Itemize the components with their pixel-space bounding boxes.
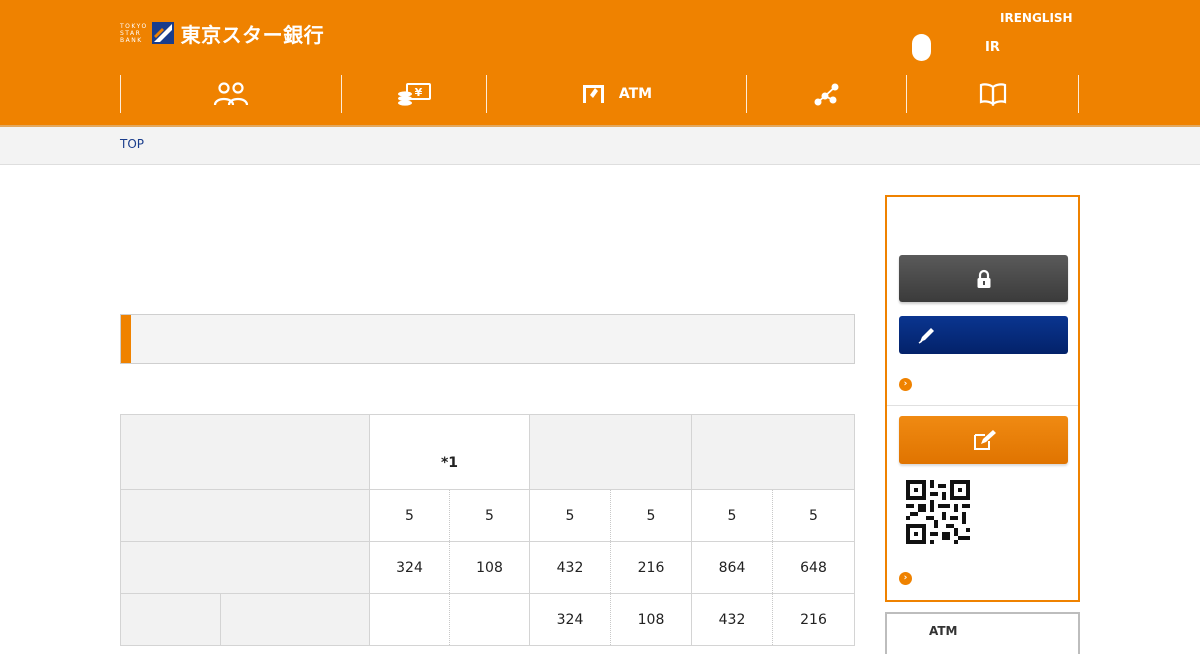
ir-english-link[interactable]: IRENGLISH — [1000, 11, 1073, 25]
nav-item-personal[interactable] — [121, 75, 341, 113]
atm-icon — [582, 85, 604, 103]
form-button[interactable] — [899, 416, 1068, 464]
nav-item-network[interactable] — [747, 75, 906, 113]
table-cell: 648 — [772, 541, 855, 594]
arrow-bullet-icon[interactable]: › — [899, 572, 912, 585]
login-button[interactable] — [899, 255, 1068, 302]
arrow-bullet-icon[interactable]: › — [899, 378, 912, 391]
table-cell: 108 — [610, 593, 692, 646]
nav-atm-label: ATM — [618, 86, 653, 102]
nav-item-guide[interactable] — [907, 75, 1078, 113]
nav-item-atm[interactable]: ATM — [487, 75, 746, 113]
section-heading — [120, 314, 855, 364]
logo-mark-icon — [151, 22, 174, 44]
section-heading-accent — [121, 315, 131, 363]
bank-logo[interactable]: TOKYO STAR BANK 東京スター銀行 — [120, 20, 325, 47]
sidebar-atm-label: ATM — [929, 624, 958, 638]
table-header-cell — [120, 414, 370, 490]
svg-text:¥: ¥ — [415, 86, 423, 99]
pen-icon — [918, 328, 934, 344]
book-icon — [979, 83, 1006, 106]
breadcrumb-top-link[interactable]: TOP — [120, 137, 144, 151]
money-icon: ¥ — [398, 83, 431, 106]
table-row: 5 5 5 5 5 5 — [120, 489, 855, 542]
nav-separator — [1078, 75, 1079, 113]
table-header-row: *1 — [120, 414, 855, 490]
logo-small-text: TOKYO STAR BANK — [120, 22, 148, 44]
nav-item-money[interactable]: ¥ — [342, 75, 486, 113]
table-cell: 864 — [691, 541, 773, 594]
table-row: 324 108 432 216 864 648 — [120, 541, 855, 594]
site-header: TOKYO STAR BANK 東京スター銀行 IRENGLISH IR ¥ A… — [0, 0, 1200, 125]
apply-button[interactable] — [899, 316, 1068, 354]
table-cell: 216 — [772, 593, 855, 646]
table-cell: 5 — [610, 489, 692, 542]
table-row-label — [120, 541, 370, 594]
table-row-label — [120, 593, 221, 646]
global-nav: ¥ ATM — [120, 75, 1080, 113]
people-icon — [213, 82, 249, 106]
table-row-label — [120, 489, 370, 542]
table-cell: 5 — [449, 489, 530, 542]
lock-icon — [977, 269, 990, 288]
ir-link[interactable]: IR — [985, 40, 1000, 55]
sidebar-atm-panel[interactable]: ATM — [885, 612, 1080, 654]
table-cell: 5 — [691, 489, 773, 542]
fee-table: *1 5 5 5 5 5 5 324 108 432 216 864 648 3… — [120, 414, 855, 646]
table-cell: 324 — [369, 541, 450, 594]
table-header-cell — [691, 414, 855, 490]
toggle-switch[interactable] — [912, 34, 931, 61]
sidebar-panel: › › — [885, 195, 1080, 602]
table-cell: 5 — [529, 489, 611, 542]
table-row: 324 108 432 216 — [120, 593, 855, 646]
table-cell: 324 — [529, 593, 611, 646]
table-cell: 5 — [369, 489, 450, 542]
table-cell — [369, 593, 450, 646]
logo-text: 東京スター銀行 — [180, 22, 325, 47]
branch-network-icon — [814, 83, 838, 106]
table-cell: 108 — [449, 541, 530, 594]
sidebar-divider — [887, 405, 1078, 406]
table-cell: 5 — [772, 489, 855, 542]
table-cell: 432 — [529, 541, 611, 594]
form-edit-icon — [973, 430, 996, 450]
table-cell: 216 — [610, 541, 692, 594]
breadcrumb — [0, 127, 1200, 165]
table-cell: 432 — [691, 593, 773, 646]
table-header-cell: *1 — [369, 414, 530, 490]
table-header-cell — [529, 414, 692, 490]
table-row-sublabel — [220, 593, 370, 646]
qr-code-icon — [906, 480, 970, 544]
table-cell — [449, 593, 530, 646]
